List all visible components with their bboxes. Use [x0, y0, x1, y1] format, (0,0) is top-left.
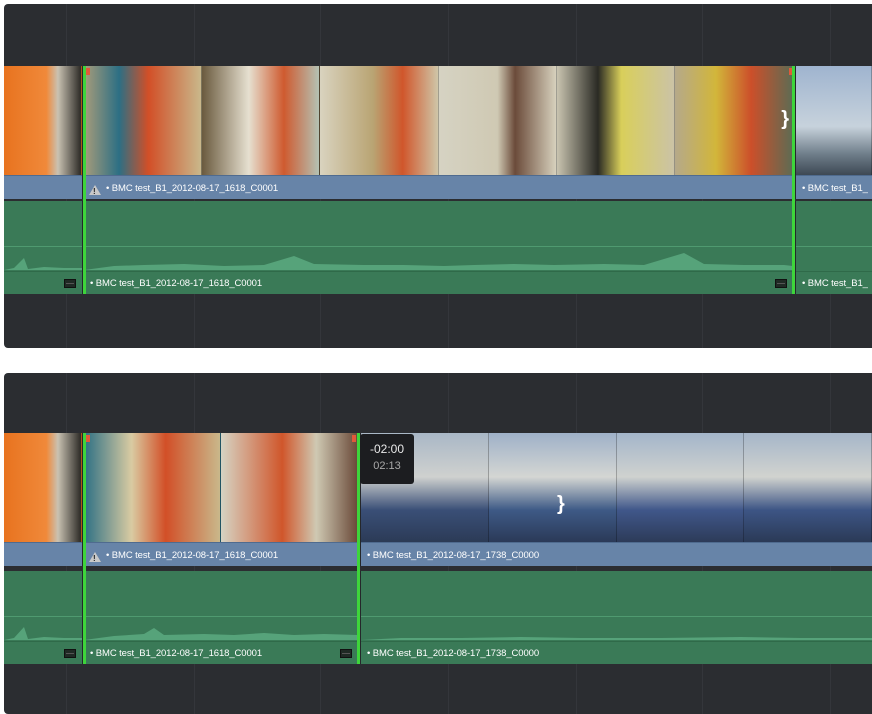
- audio-clip-name: • BMC test_B1_2012-08-17_1618_C0001: [90, 278, 263, 289]
- trim-bracket-icon: }: [781, 108, 789, 130]
- timeline-panel-after: ! • BMC test_B1_2012-08-17_1618_C0001 • …: [4, 373, 872, 714]
- audio-clip-previous[interactable]: [4, 571, 82, 664]
- video-track-v1: ! • BMC test_B1_2012-08-17_1618_C0001 • …: [4, 433, 872, 566]
- video-clip-name: • BMC test_B1_2012-08-17_1618_C0001: [106, 183, 279, 194]
- video-clip-previous[interactable]: [4, 66, 82, 199]
- video-clip-1618[interactable]: ! • BMC test_B1_2012-08-17_1618_C0001 }: [84, 66, 793, 199]
- clip-thumbnail: [84, 433, 221, 543]
- audio-clip-1618[interactable]: • BMC test_B1_2012-08-17_1618_C0001: [84, 201, 793, 294]
- audio-clip-name: • BMC test_B1_2012-08-17_1618_C0001: [90, 648, 263, 659]
- video-clip-name: • BMC test_B1_: [802, 183, 868, 194]
- audio-waveform: [4, 258, 82, 270]
- clip-marker: [352, 435, 356, 442]
- clip-thumbnail: [320, 66, 439, 176]
- audio-clip-previous[interactable]: [4, 201, 82, 294]
- trim-offset-tooltip: -02:00 02:13: [360, 434, 414, 484]
- edit-point-right-edge[interactable]: [792, 66, 795, 294]
- clip-duration-value: 02:13: [373, 460, 401, 472]
- clip-thumbnail: [84, 66, 203, 176]
- clip-thumbnail: [556, 66, 675, 176]
- video-clip-1738[interactable]: • BMC test_B1_2012-08-17_1738_C0000 }: [361, 433, 872, 566]
- video-clip-name: • BMC test_B1_2012-08-17_1618_C0001: [106, 550, 279, 561]
- clip-thumbnail: [4, 433, 82, 543]
- audio-mute-icon[interactable]: [64, 279, 76, 288]
- clip-marker: [86, 68, 90, 75]
- audio-mute-icon[interactable]: [775, 279, 787, 288]
- audio-track-a1: • BMC test_B1_2012-08-17_1618_C0001 • BM…: [4, 201, 872, 294]
- audio-waveform: [84, 253, 793, 270]
- clip-marker: [86, 435, 90, 442]
- trim-bracket-icon: }: [557, 493, 565, 515]
- clip-thumbnail: [674, 66, 793, 176]
- clip-thumbnail: [4, 66, 82, 176]
- audio-mute-icon[interactable]: [64, 649, 76, 658]
- audio-clip-name: • BMC test_B1_2012-08-17_1738_C0000: [367, 648, 540, 659]
- audio-clip-1618[interactable]: • BMC test_B1_2012-08-17_1618_C0001: [84, 571, 358, 664]
- clip-thumbnail: [488, 433, 617, 543]
- edit-point-left-edge[interactable]: [83, 433, 86, 664]
- trim-offset-value: -02:00: [369, 442, 405, 456]
- clip-thumbnail: [616, 433, 745, 543]
- video-clip-1618[interactable]: ! • BMC test_B1_2012-08-17_1618_C0001: [84, 433, 358, 566]
- edit-point-left-edge[interactable]: [83, 66, 86, 294]
- audio-clip-name: • BMC test_B1_: [802, 278, 868, 289]
- video-clip-next[interactable]: • BMC test_B1_: [796, 66, 872, 199]
- audio-track-a1: • BMC test_B1_2012-08-17_1618_C0001 • BM…: [4, 571, 872, 664]
- clip-thumbnail: [796, 66, 872, 176]
- audio-waveform: [4, 627, 82, 640]
- timeline-panel-before: ! • BMC test_B1_2012-08-17_1618_C0001 } …: [4, 4, 872, 348]
- video-clip-previous[interactable]: [4, 433, 82, 566]
- video-track-v1: ! • BMC test_B1_2012-08-17_1618_C0001 } …: [4, 66, 872, 199]
- clip-thumbnail: [202, 66, 321, 176]
- clip-thumbnail: [221, 433, 358, 543]
- audio-mute-icon[interactable]: [340, 649, 352, 658]
- audio-waveform: [84, 628, 358, 640]
- audio-clip-1738[interactable]: • BMC test_B1_2012-08-17_1738_C0000: [361, 571, 872, 664]
- audio-clip-next[interactable]: • BMC test_B1_: [796, 201, 872, 294]
- clip-thumbnail: [744, 433, 872, 543]
- clip-thumbnail: [438, 66, 557, 176]
- audio-waveform: [361, 637, 872, 640]
- video-clip-name: • BMC test_B1_2012-08-17_1738_C0000: [367, 550, 540, 561]
